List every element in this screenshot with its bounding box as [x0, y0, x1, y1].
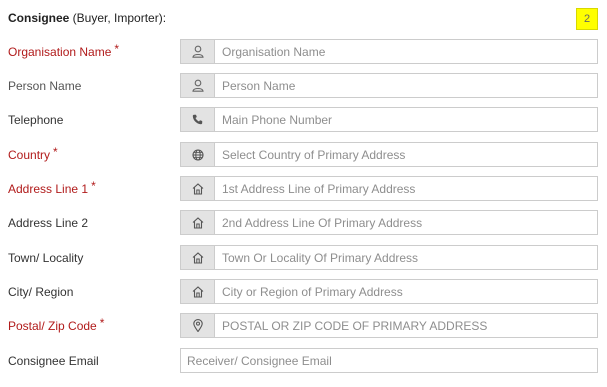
home-icon	[181, 280, 215, 303]
user-icon	[181, 40, 215, 63]
field-label: Consignee Email	[8, 353, 99, 368]
postal-zip-code-field-group	[180, 313, 598, 338]
home-icon	[181, 177, 215, 200]
home-icon	[181, 211, 215, 234]
field-label: City/ Region	[8, 284, 74, 299]
field-label: Person Name	[8, 78, 82, 93]
section-title: Consignee (Buyer, Importer):	[8, 11, 166, 25]
form-row-city-region: City/ Region	[0, 279, 607, 304]
form-row-organisation-name: Organisation Name *	[0, 39, 607, 64]
address-line-1-field-group	[180, 176, 598, 201]
consignee-email-input[interactable]	[181, 349, 597, 372]
form-row-address-line-1: Address Line 1 *	[0, 176, 607, 201]
required-marker: *	[91, 178, 96, 193]
field-label: Postal/ Zip Code *	[8, 315, 105, 333]
postal-zip-code-input[interactable]	[215, 314, 597, 337]
field-label: Address Line 1 *	[8, 178, 96, 196]
country-field-group	[180, 142, 598, 167]
form-row-person-name: Person Name	[0, 73, 607, 98]
address-line-2-input[interactable]	[215, 211, 597, 234]
field-label: Country *	[8, 144, 58, 162]
person-name-input[interactable]	[215, 74, 597, 97]
form-row-country: Country *	[0, 142, 607, 167]
form-row-postal-zip-code: Postal/ Zip Code *	[0, 313, 607, 338]
organisation-name-input[interactable]	[215, 40, 597, 63]
required-marker: *	[53, 144, 58, 159]
section-title-strong: Consignee	[8, 11, 70, 25]
form-row-telephone: Telephone	[0, 107, 607, 132]
required-marker: *	[114, 41, 120, 56]
globe-icon	[181, 143, 215, 166]
form-row-consignee-email: Consignee Email	[0, 348, 607, 373]
map-marker-icon	[181, 314, 215, 337]
required-marker: *	[99, 315, 105, 330]
city-region-input[interactable]	[215, 280, 597, 303]
address-line-1-input[interactable]	[215, 177, 597, 200]
phone-icon	[181, 108, 215, 131]
country-select[interactable]	[215, 143, 597, 166]
city-region-field-group	[180, 279, 598, 304]
organisation-name-field-group	[180, 39, 598, 64]
field-label: Organisation Name *	[8, 41, 120, 59]
town-locality-field-group	[180, 245, 598, 270]
consignee-email-field-group	[180, 348, 598, 373]
person-name-field-group	[180, 73, 598, 98]
telephone-field-group	[180, 107, 598, 132]
telephone-input[interactable]	[215, 108, 597, 131]
field-label: Town/ Locality	[8, 250, 84, 265]
field-label: Telephone	[8, 112, 64, 127]
step-badge: 2	[576, 8, 598, 30]
field-label: Address Line 2	[8, 215, 89, 230]
home-icon	[181, 246, 215, 269]
address-line-2-field-group	[180, 210, 598, 235]
form-row-address-line-2: Address Line 2	[0, 210, 607, 235]
town-locality-input[interactable]	[215, 246, 597, 269]
section-title-rest: (Buyer, Importer):	[69, 11, 167, 25]
user-icon	[181, 74, 215, 97]
form-row-town-locality: Town/ Locality	[0, 245, 607, 270]
